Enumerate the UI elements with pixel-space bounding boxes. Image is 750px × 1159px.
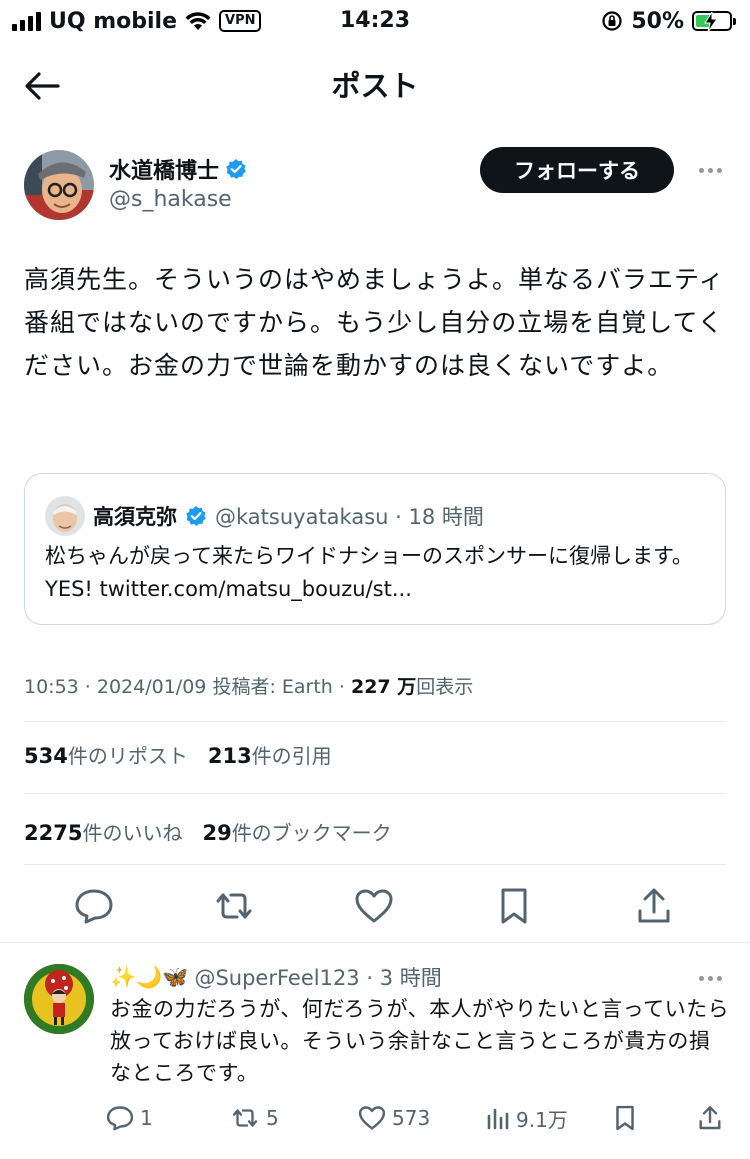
repost-stat[interactable]: 534件のリポスト [24, 740, 188, 769]
reply-views-button[interactable]: 9.1万 [486, 1100, 568, 1136]
author-handle[interactable]: @s_hakase [109, 187, 232, 212]
rotation-lock-icon [602, 11, 622, 31]
quote-avatar [45, 496, 85, 536]
reply-text: お金の力だろうが、何だろうが、本人がやりたいと言っていたら放っておけば良い。そう… [110, 997, 730, 1085]
reply-author-name[interactable]: ✨🌙🦋 [110, 965, 188, 990]
share-button[interactable] [632, 884, 676, 928]
stats-row-2: 2275件のいいね 29件のブックマーク [24, 817, 392, 846]
view-count: 227 万 [350, 676, 417, 698]
stats-row-1: 534件のリポスト 213件の引用 [24, 740, 332, 769]
divider [24, 721, 726, 722]
like-button[interactable] [352, 884, 396, 928]
repost-button[interactable] [212, 884, 256, 928]
reply-icon [106, 1106, 134, 1131]
reply-actions: 1 5 573 9.1万 [106, 1100, 726, 1136]
more-options-icon[interactable] [694, 157, 726, 183]
reply-reply-count: 1 [140, 1106, 153, 1130]
divider [24, 864, 726, 865]
like-icon [358, 1106, 386, 1130]
reply-meta: @SuperFeel123 · 3 時間 [194, 966, 442, 990]
verified-badge-icon [226, 159, 246, 179]
like-icon [355, 889, 393, 923]
reply-repost-count: 5 [266, 1106, 279, 1130]
reply-like-count: 573 [392, 1106, 431, 1130]
bookmark-icon [616, 1105, 634, 1131]
view-label: 回表示 [416, 676, 474, 698]
share-icon [638, 888, 670, 923]
like-stat[interactable]: 2275件のいいね [24, 817, 182, 846]
share-icon [699, 1106, 721, 1130]
bookmark-button[interactable] [492, 884, 536, 928]
quote-author-name: 高須克弥 [93, 505, 177, 529]
page-title: ポスト [331, 69, 419, 103]
posted-by: 投稿者: Earth · [212, 676, 345, 698]
reply-icon [75, 889, 113, 924]
post-timestamp: 10:53 · 2024/01/09 [24, 676, 207, 698]
reply-reply-button[interactable]: 1 [106, 1100, 153, 1136]
tweet-text: 高須先生。そういうのはやめましょうよ。単なるバラエティ番組ではないのですから。も… [24, 265, 725, 380]
battery-percent: 50% [631, 8, 684, 34]
verified-badge-icon [186, 506, 206, 526]
repost-icon [232, 1109, 258, 1127]
divider [0, 942, 750, 943]
reply-view-count: 9.1万 [516, 1107, 568, 1132]
tweet-author: 水道橋博士 @s_hakase フォローする [24, 147, 726, 223]
battery-icon [692, 11, 736, 32]
author-avatar[interactable] [24, 150, 94, 220]
reply-header: ✨🌙🦋 @SuperFeel123 · 3 時間 [110, 962, 442, 992]
repost-icon [216, 893, 252, 919]
post-meta: 10:53 · 2024/01/09 投稿者: Earth · 227 万回表示 [24, 672, 473, 699]
reply-bookmark-button[interactable] [614, 1100, 636, 1136]
quote-stat[interactable]: 213件の引用 [208, 740, 332, 769]
reply-button[interactable] [72, 884, 116, 928]
views-chart-icon [487, 1108, 509, 1130]
reply-avatar[interactable] [24, 964, 94, 1034]
follow-button[interactable]: フォローする [480, 147, 674, 193]
reply-post[interactable]: ✨🌙🦋 @SuperFeel123 · 3 時間 お金の力だろうが、何だろうが、… [0, 960, 750, 1159]
author-name[interactable]: 水道橋博士 [109, 153, 219, 185]
reply-like-button[interactable]: 573 [358, 1100, 430, 1136]
status-bar: UQ mobile VPN 14:23 50% [0, 0, 750, 44]
post-actions [0, 880, 750, 932]
author-name-row: 水道橋博士 [109, 153, 247, 185]
reply-repost-button[interactable]: 5 [230, 1100, 279, 1136]
bookmark-stat[interactable]: 29件のブックマーク [202, 817, 391, 846]
reply-share-button[interactable] [698, 1100, 722, 1136]
quote-text: 松ちゃんが戻って来たらワイドナショーのスポンサーに復帰します。YES! twit… [45, 544, 693, 601]
status-right: 50% [601, 6, 736, 36]
quote-meta: @katsuyatakasu · 18 時間 [215, 505, 484, 529]
reply-more-options-icon[interactable] [694, 966, 726, 990]
nav-header: ポスト [0, 60, 750, 110]
quoted-post[interactable]: 高須克弥 @katsuyatakasu · 18 時間 松ちゃんが戻って来たらワ… [24, 473, 726, 625]
charging-bolt-icon [704, 12, 718, 32]
divider [24, 793, 726, 794]
bookmark-icon [501, 888, 527, 924]
quote-header: 高須克弥 @katsuyatakasu · 18 時間 [45, 496, 484, 536]
